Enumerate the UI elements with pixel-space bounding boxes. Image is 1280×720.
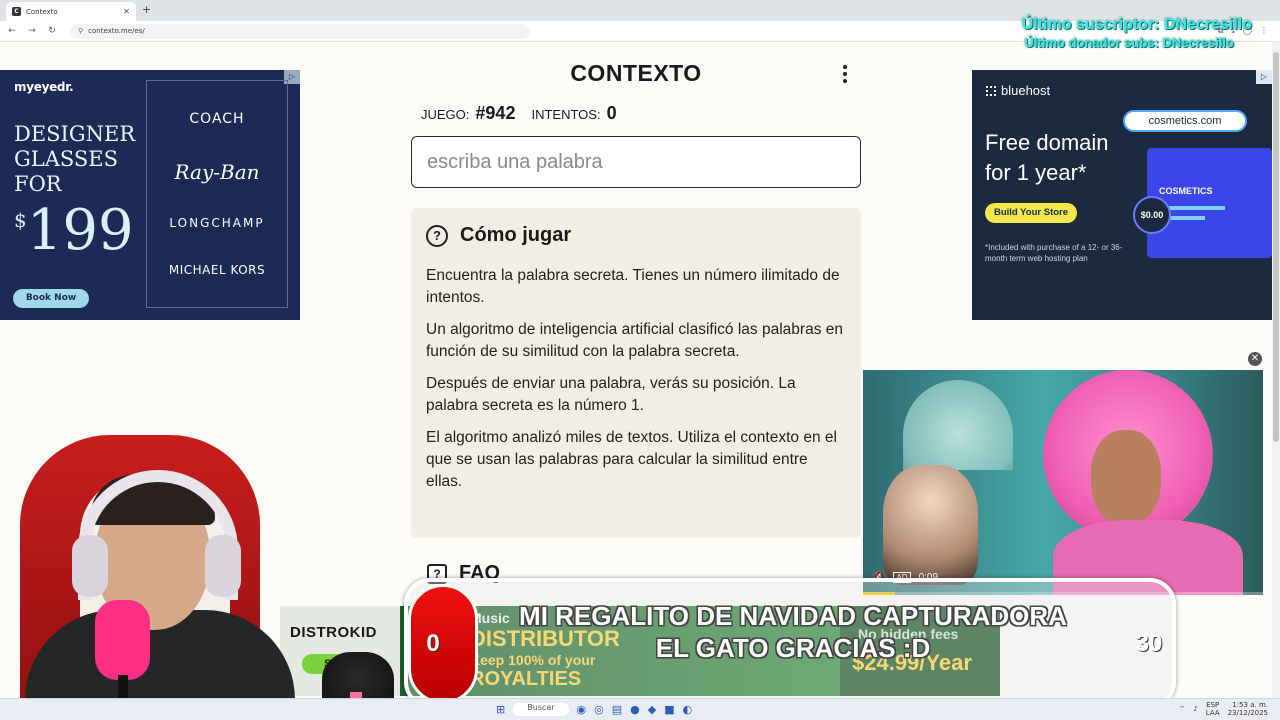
attempts-label: INTENTOS: <box>531 107 601 122</box>
ad-brand: myeyedr. <box>14 80 74 94</box>
mockup-label: COSMETICS <box>1159 186 1213 196</box>
ad-brand: bluehost <box>986 83 1050 98</box>
browser-tab[interactable]: C Contexto ✕ <box>6 2 136 21</box>
last-donor-text: Último donador subs: DNecresillo <box>1024 35 1234 50</box>
taskbar-apps: ⊞ Buscar ◉ ◎ ▤ ● ◆ ■ ◐ <box>496 703 692 716</box>
headset-earcup <box>205 535 241 597</box>
network-icon[interactable]: ⌔ <box>1179 705 1186 714</box>
start-icon[interactable]: ⊞ <box>496 703 505 716</box>
volume-icon[interactable]: ♪ <box>1193 705 1197 713</box>
ad-price-bubble: $0.00 <box>1133 196 1171 234</box>
ad-brand-list: COACH Ray-Ban LONGCHAMP MICHAEL KORS <box>146 80 288 308</box>
video-scene-window <box>903 380 1013 470</box>
system-tray: ⌔ ♪ ESP LAA 1:53 a. m. 23/12/2025 <box>1179 701 1268 717</box>
ad-right-bluehost[interactable]: ▷ bluehost cosmetics.com COSMETICS $0.00… <box>972 70 1272 320</box>
ad-brand-name: DISTROKID <box>290 624 377 641</box>
build-your-store-button[interactable]: Build Your Store <box>985 203 1077 223</box>
app-icon[interactable]: ● <box>630 703 640 716</box>
game-stats: JUEGO: #942 INTENTOS: 0 <box>421 103 627 124</box>
brand-longchamp: LONGCHAMP <box>169 216 265 231</box>
ad-url-pill: cosmetics.com <box>1123 110 1247 132</box>
ad-headline: Free domain for 1 year* <box>985 128 1109 188</box>
word-input[interactable] <box>411 136 861 188</box>
clock[interactable]: 1:53 a. m. 23/12/2025 <box>1228 701 1268 717</box>
new-tab-icon[interactable]: + <box>142 3 151 16</box>
how-to-play-paragraph: Un algoritmo de inteligencia artificial … <box>426 321 843 360</box>
video-scene-person <box>1043 370 1263 595</box>
help-circle-icon: ? <box>426 224 448 247</box>
site-info-icon[interactable]: ⚲ <box>78 27 83 35</box>
video-scene-object <box>883 465 978 585</box>
address-bar[interactable]: ⚲ contexto.me/es/ <box>70 23 530 39</box>
app-icon[interactable]: ◆ <box>648 703 656 716</box>
headset-earcup <box>72 535 108 597</box>
ad-brand-name: bluehost <box>1001 83 1051 98</box>
microphone-icon <box>95 600 150 680</box>
ad-choices-icon[interactable]: ▷ <box>1256 70 1272 84</box>
folder-icon[interactable]: ▤ <box>612 703 622 716</box>
page-scrollbar[interactable] <box>1272 42 1280 698</box>
scrollbar-thumb[interactable] <box>1273 52 1279 442</box>
game-number: #942 <box>475 103 516 123</box>
attempts-value: 0 <box>606 103 617 123</box>
alert-count-left: 0 <box>426 630 440 657</box>
brand-michael-kors: MICHAEL KORS <box>168 262 266 277</box>
windows-taskbar: ⊞ Buscar ◉ ◎ ▤ ● ◆ ■ ◐ ⌔ ♪ ESP LAA 1:53 a… <box>0 698 1280 720</box>
back-icon[interactable]: ← <box>6 26 18 36</box>
page-title: CONTEXTO <box>570 60 702 86</box>
reload-icon[interactable]: ↻ <box>46 26 58 36</box>
ad-headline-line: Free domain <box>985 130 1109 155</box>
address-bar-url: contexto.me/es/ <box>88 27 145 35</box>
ad-price: $199 <box>14 198 134 263</box>
ad-headline-line: for 1 year* <box>985 160 1087 185</box>
video-ad[interactable]: 🔇 AD 0:09 <box>863 370 1263 595</box>
language-indicator[interactable]: ESP LAA <box>1206 701 1220 717</box>
app-icon[interactable]: ◐ <box>683 703 693 716</box>
tab-title: Contexto <box>26 7 58 16</box>
last-subscriber-text: Último suscriptor: DNecresillo <box>1021 16 1252 33</box>
how-to-play-title: Cómo jugar <box>460 224 572 246</box>
stream-overlay: Último suscriptor: DNecresillo Último do… <box>1022 16 1252 52</box>
brand-rayban: Ray-Ban <box>174 159 260 184</box>
streamer-webcam <box>0 425 300 720</box>
app-icon[interactable]: ◎ <box>594 703 604 716</box>
alert-message: MI REGALITO DE NAVIDAD CAPTURADORA EL GA… <box>519 601 1067 663</box>
how-to-play-panel: ? Cómo jugar Encuentra la palabra secret… <box>411 208 861 538</box>
how-to-play-paragraph: El algoritmo analizó miles de textos. Ut… <box>426 429 837 490</box>
more-menu-icon[interactable] <box>838 62 852 86</box>
video-person-face <box>1091 430 1161 525</box>
game-label: JUEGO: <box>421 107 470 122</box>
ad-fine-print: *Included with purchase of a 12- or 36-m… <box>985 243 1123 263</box>
stream-alert: 0 MI REGALITO DE NAVIDAD CAPTURADORA EL … <box>404 578 1176 708</box>
how-to-play-paragraph: Encuentra la palabra secreta. Tienes un … <box>426 267 840 306</box>
bluehost-logo-icon <box>986 85 996 96</box>
close-tab-icon[interactable]: ✕ <box>123 7 130 16</box>
ad-left-glasses[interactable]: ▷ myeyedr. DESIGNER GLASSES FOR $199 Boo… <box>0 70 300 320</box>
app-icon[interactable]: ■ <box>664 703 674 716</box>
screen: C Contexto ✕ + ← → ↻ ⚲ contexto.me/es/ ⧉… <box>0 0 1280 720</box>
forward-icon[interactable]: → <box>26 26 38 36</box>
how-to-play-header: ? Cómo jugar <box>426 224 846 247</box>
brand-coach: COACH <box>189 111 245 128</box>
taskbar-search[interactable]: Buscar <box>513 703 569 716</box>
book-now-button[interactable]: Book Now <box>13 289 89 308</box>
contexto-favicon-icon: C <box>12 7 21 16</box>
ad-headline: DESIGNER GLASSES FOR <box>14 122 136 196</box>
how-to-play-paragraph: Después de enviar una palabra, verás su … <box>426 375 796 414</box>
browser-menu-icon[interactable]: ⋮ <box>1260 26 1268 36</box>
close-video-icon[interactable]: ✕ <box>1248 352 1262 366</box>
app-icon[interactable]: ◉ <box>577 703 587 716</box>
alert-count-right: 30 <box>1135 630 1163 657</box>
